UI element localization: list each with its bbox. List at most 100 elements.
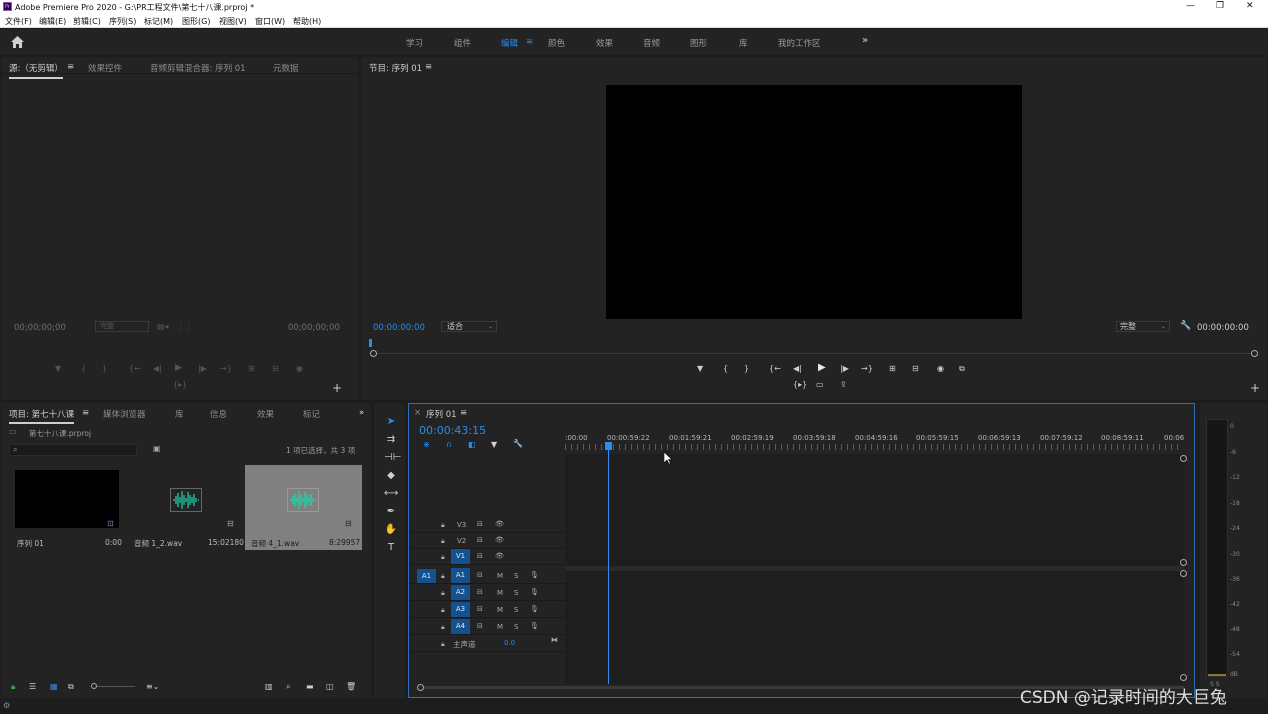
lock-icon[interactable]: 🔒︎ [441, 623, 445, 632]
tab-markers[interactable]: 标记 [303, 408, 320, 420]
marker-icon[interactable]: ▼ [697, 365, 703, 373]
horizontal-scroll-left-handle[interactable] [417, 684, 424, 691]
workspace-libraries[interactable]: 库 [739, 37, 748, 49]
track-label-v3[interactable]: V3 [457, 521, 466, 529]
source-mark-in-icon[interactable]: { [81, 365, 86, 373]
eye-icon[interactable]: 👁︎ [495, 552, 504, 560]
program-add-button-icon[interactable]: + [1250, 382, 1260, 394]
linked-selection-icon[interactable]: ∩ [446, 441, 452, 449]
razor-tool-icon[interactable]: ◆ [384, 469, 398, 483]
source-mark-out-icon[interactable]: } [102, 365, 107, 373]
mark-in-icon[interactable]: { [723, 365, 728, 373]
program-resolution-dropdown[interactable]: 完整 ⌄ [1116, 321, 1170, 332]
new-item-icon[interactable]: ◫ [326, 683, 334, 691]
program-scrubber-left-handle[interactable] [370, 350, 377, 357]
tab-source-menu-icon[interactable]: ≡ [67, 62, 74, 72]
new-bin-icon[interactable]: ▬ [306, 683, 314, 691]
menu-sequence[interactable]: 序列(S) [109, 16, 136, 27]
microphone-icon[interactable]: 🎙︎ [530, 622, 539, 630]
comparison-view-icon[interactable]: ⧉ [959, 365, 965, 373]
audio-scroll-bottom-handle[interactable] [1180, 674, 1187, 681]
marker-icon[interactable]: ▼ [491, 441, 497, 449]
safe-margins-icon[interactable]: ▭ [816, 381, 824, 389]
project-search-input[interactable]: ⌕ [9, 444, 137, 456]
icon-view-icon[interactable]: ▦ [50, 683, 58, 691]
project-item[interactable]: ⊟ 音频 1_2.wav 15:02180 [128, 465, 244, 549]
solo-button[interactable]: S [514, 589, 518, 597]
timeline-menu-icon[interactable]: ≡ [460, 408, 467, 418]
project-item[interactable]: ⊡ 序列 01 0:00 [11, 465, 123, 549]
minimize-icon[interactable]: — [1186, 1, 1195, 11]
extract-icon[interactable]: ⊟ [912, 365, 919, 373]
program-scrubber-track[interactable] [373, 353, 1255, 354]
lift-icon[interactable]: ⊞ [889, 365, 896, 373]
workspace-menu-icon[interactable]: ≡ [526, 37, 533, 47]
tab-source[interactable]: 源:（无剪辑） [9, 62, 63, 79]
video-scroll-bottom-handle[interactable] [1180, 559, 1187, 566]
lock-icon[interactable]: 🔒︎ [441, 537, 445, 546]
timeline-close-icon[interactable]: × [414, 408, 421, 418]
list-view-icon[interactable]: ☰ [29, 683, 36, 691]
go-to-out-icon[interactable]: →} [861, 365, 873, 373]
workspace-learn[interactable]: 学习 [406, 37, 423, 49]
freeform-view-icon[interactable]: ⧉ [68, 683, 74, 691]
timeline-timecode[interactable]: 00:00:43:15 [419, 424, 486, 437]
project-more-icon[interactable]: » [359, 408, 364, 418]
step-forward-icon[interactable]: |▶ [840, 365, 849, 373]
track-target-a4[interactable]: A4 [451, 619, 470, 634]
lock-icon[interactable]: 🔒︎ [441, 553, 445, 562]
workspace-graphics[interactable]: 图形 [690, 37, 707, 49]
workspace-more-icon[interactable]: » [862, 35, 868, 46]
source-step-forward-icon[interactable]: |▶ [198, 365, 207, 373]
sync-lock-icon[interactable]: ⊟ [477, 520, 483, 528]
workspace-editing[interactable]: 编辑 [501, 37, 518, 49]
track-target-v1[interactable]: V1 [451, 549, 470, 564]
track-target-a3[interactable]: A3 [451, 602, 470, 617]
close-icon[interactable]: ✕ [1246, 1, 1254, 11]
tab-media-browser[interactable]: 媒体浏览器 [103, 408, 146, 420]
sync-lock-icon[interactable]: ⊟ [477, 605, 483, 613]
go-to-in-icon[interactable]: {← [769, 365, 781, 373]
workspace-assembly[interactable]: 组件 [454, 37, 471, 49]
program-video-frame[interactable] [606, 85, 1022, 319]
solo-button[interactable]: S [514, 572, 518, 580]
lock-icon[interactable]: 🔒︎ [441, 589, 445, 598]
menu-clip[interactable]: 剪辑(C) [73, 16, 101, 27]
lock-icon[interactable]: 🔒︎ [11, 683, 15, 691]
home-icon[interactable] [11, 36, 24, 48]
type-tool-icon[interactable]: T [384, 541, 398, 555]
menu-file[interactable]: 文件(F) [5, 16, 32, 27]
track-target-a1[interactable]: A1 [451, 568, 470, 583]
timeline-playhead-line[interactable] [608, 448, 609, 684]
pen-tool-icon[interactable]: ✒ [384, 505, 398, 519]
program-title[interactable]: 节目: 序列 01 [369, 62, 422, 74]
microphone-icon[interactable]: 🎙︎ [530, 605, 539, 613]
source-overwrite-icon[interactable]: ⊟ [272, 365, 279, 373]
lock-icon[interactable]: 🔒︎ [441, 521, 445, 530]
source-insert-icon[interactable]: ⊞ [248, 365, 255, 373]
microphone-icon[interactable]: 🎙︎ [530, 571, 539, 579]
timeline-sequence-tab[interactable]: 序列 01 [426, 408, 457, 420]
menu-window[interactable]: 窗口(W) [255, 16, 285, 27]
source-go-to-in-icon[interactable]: {← [129, 365, 141, 373]
restore-icon[interactable]: ❐ [1216, 1, 1224, 11]
step-back-icon[interactable]: ◀| [793, 365, 802, 373]
track-label-v2[interactable]: V2 [457, 537, 466, 545]
track-select-tool-icon[interactable]: ⇉ [384, 433, 398, 447]
snap-icon[interactable]: ⋇ [423, 441, 430, 449]
mute-button[interactable]: M [497, 572, 503, 580]
source-settings-icon[interactable]: ▤◂ [157, 323, 169, 331]
zoom-slider-track[interactable] [97, 686, 135, 687]
program-scrubber-right-handle[interactable] [1251, 350, 1258, 357]
menu-marker[interactable]: 标记(M) [144, 16, 173, 27]
microphone-icon[interactable]: 🎙︎ [530, 588, 539, 596]
video-scroll-top-handle[interactable] [1180, 455, 1187, 462]
sync-lock-icon[interactable]: ⊟ [477, 571, 483, 579]
program-playhead[interactable] [369, 339, 372, 347]
wrench-icon[interactable]: 🔧 [513, 440, 523, 448]
export-icon[interactable]: ⇪ [840, 381, 847, 389]
new-bin-from-search-icon[interactable]: ▣ [153, 445, 161, 453]
source-go-to-out-icon[interactable]: →} [220, 365, 232, 373]
sync-lock-icon[interactable]: ⊟ [477, 588, 483, 596]
track-divider[interactable] [565, 566, 1184, 571]
